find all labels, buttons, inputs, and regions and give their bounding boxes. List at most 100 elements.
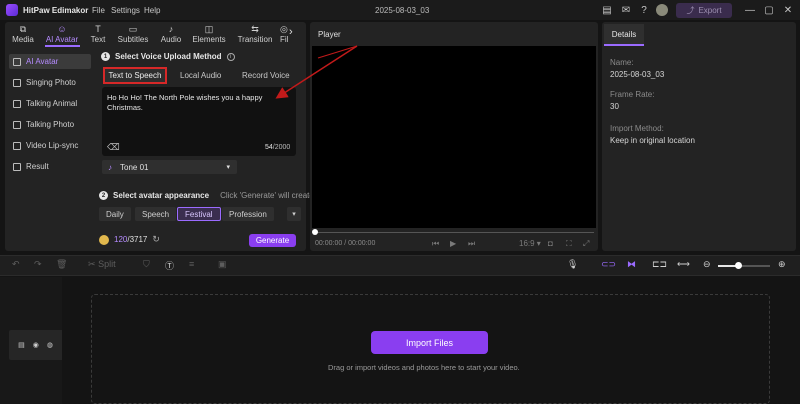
chip-daily[interactable]: Daily <box>99 207 131 221</box>
tab-text-to-speech[interactable]: Text to Speech <box>103 67 167 84</box>
import-files-button[interactable]: Import Files <box>371 331 488 354</box>
link-icon[interactable]: ⊂⊃ <box>601 259 616 270</box>
generate-button[interactable]: Generate <box>249 234 296 247</box>
clear-text-icon[interactable]: ⌫ <box>107 142 120 153</box>
chevron-down-icon[interactable]: ▾ <box>287 207 301 221</box>
tab-details[interactable]: Details <box>604 24 644 46</box>
menu-help[interactable]: Help <box>144 6 160 15</box>
next-frame-icon[interactable]: ⏭ <box>468 239 475 249</box>
sidebar-item-result[interactable]: Result <box>9 159 91 174</box>
video-preview[interactable] <box>312 46 596 228</box>
text-tool-icon[interactable]: Ⓣ <box>165 259 174 272</box>
tab-label: Media <box>12 35 34 44</box>
photo-icon <box>13 120 21 129</box>
tab-local-audio[interactable]: Local Audio <box>180 71 221 80</box>
speech-text[interactable]: Ho Ho Ho! The North Pole wishes you a ha… <box>107 93 287 113</box>
detail-value: Keep in original location <box>610 136 695 145</box>
chip-speech[interactable]: Speech <box>135 207 177 221</box>
crop-icon[interactable]: ⛶ <box>566 239 572 249</box>
step-title: Select avatar appearance <box>113 191 210 200</box>
maximize-icon[interactable]: ▢ <box>762 3 776 17</box>
text-icon: T <box>95 24 101 34</box>
tab-subtitles[interactable]: ▭ Subtitles <box>114 24 152 46</box>
player-title: Player <box>318 30 341 39</box>
tab-elements[interactable]: ◫ Elements <box>190 24 228 46</box>
filter-icon: ◎ <box>280 24 288 34</box>
tab-text[interactable]: T Text <box>86 24 110 46</box>
track-layers-icon[interactable]: ▤ <box>18 341 25 349</box>
time-display: 00:00:00 / 00:00:00 <box>315 240 376 247</box>
redo-icon[interactable]: ↷ <box>34 259 42 270</box>
eye-icon[interactable]: ◉ <box>33 341 39 349</box>
aspect-ratio[interactable]: 16:9 ▾ <box>519 239 541 248</box>
snapshot-icon[interactable]: ◘ <box>548 239 553 248</box>
tab-label: AI Avatar <box>45 35 79 44</box>
help-icon[interactable]: ? <box>638 4 650 16</box>
sidebar-item-talking-photo[interactable]: Talking Photo <box>9 117 91 132</box>
chevron-down-icon: ▾ <box>226 164 230 171</box>
minimize-icon[interactable]: — <box>743 3 757 17</box>
sidebar-item-singing-photo[interactable]: Singing Photo <box>9 75 91 90</box>
generate-hint: Click 'Generate' will create A <box>220 191 321 200</box>
split-button[interactable]: ✂ Split <box>88 259 116 270</box>
chip-festival[interactable]: Festival <box>177 207 221 221</box>
undo-icon[interactable]: ↶ <box>12 259 20 270</box>
sidebar-item-label: Video Lip-sync <box>26 141 79 150</box>
sidebar-item-label: Singing Photo <box>26 78 76 87</box>
info-icon[interactable]: i <box>226 52 235 61</box>
tab-label: Subtitles <box>117 35 149 44</box>
menu-file[interactable]: File <box>92 6 105 15</box>
sidebar-item-label: Talking Animal <box>26 99 78 108</box>
tab-label: Text <box>90 35 106 44</box>
chevron-right-icon[interactable]: › <box>289 26 293 38</box>
sidebar-item-video-lip-sync[interactable]: Video Lip-sync <box>9 138 91 153</box>
tab-media[interactable]: ⧉ Media <box>8 24 38 46</box>
tab-audio[interactable]: ♪ Audio <box>157 24 185 46</box>
snap-icon[interactable]: ⊏⊐ <box>652 259 667 270</box>
tab-label: Transition <box>237 35 273 44</box>
image-icon[interactable]: ▣ <box>218 259 227 270</box>
avatar[interactable] <box>656 4 668 16</box>
sidebar-item-talking-animal[interactable]: Talking Animal <box>9 96 91 111</box>
tab-transition[interactable]: ⇆ Transition <box>234 24 276 46</box>
layout-icon[interactable]: ▤ <box>601 4 613 16</box>
video-icon <box>13 141 21 150</box>
drop-hint: Drag or import videos and photos here to… <box>328 363 520 372</box>
fit-icon[interactable]: ⟷ <box>677 259 690 270</box>
microphone-icon[interactable]: 🎙 <box>567 259 578 270</box>
app-name: HitPaw Edimakor <box>23 6 89 15</box>
zoom-slider-handle[interactable] <box>735 262 742 269</box>
chip-profession[interactable]: Profession <box>222 207 274 221</box>
progress-track[interactable] <box>315 232 594 233</box>
tab-record-voice[interactable]: Record Voice <box>242 71 290 80</box>
progress-handle[interactable] <box>312 229 318 235</box>
avatar-appearance-heading: 2 Select avatar appearance Click 'Genera… <box>99 191 321 200</box>
detail-value: 2025-08-03_03 <box>610 70 665 79</box>
credits-used: 120 <box>114 235 128 244</box>
volume-icon[interactable]: ◍ <box>47 341 53 349</box>
delete-icon[interactable]: 🗑 <box>56 259 67 270</box>
export-button[interactable]: ⤴ Export <box>676 3 732 18</box>
tab-ai-avatar[interactable]: ☺ AI Avatar <box>43 24 81 46</box>
zoom-in-icon[interactable]: ⊕ <box>778 259 786 270</box>
close-icon[interactable]: ✕ <box>781 3 795 17</box>
refresh-icon[interactable]: ↻ <box>152 234 160 245</box>
track-controls: ▤ ◉ ◍ <box>9 330 62 360</box>
tone-select[interactable]: ♪ Tone 01 ▾ <box>102 160 237 174</box>
prev-frame-icon[interactable]: ⏮ <box>432 239 439 249</box>
zoom-out-icon[interactable]: ⊖ <box>703 259 711 270</box>
detail-value: 30 <box>610 102 619 111</box>
tab-label: Audio <box>160 35 182 44</box>
scissors-icon: ✂ <box>88 259 96 269</box>
menu-settings[interactable]: Settings <box>111 6 140 15</box>
play-icon[interactable]: ▶ <box>450 239 456 248</box>
shield-icon[interactable]: ⛉ <box>143 259 150 270</box>
sidebar-item-ai-avatar[interactable]: AI Avatar <box>9 54 91 69</box>
fullscreen-icon[interactable]: ⤢ <box>583 239 589 249</box>
active-tab-indicator <box>45 45 80 47</box>
list-icon[interactable]: ≡ <box>189 259 194 269</box>
export-icon: ⤴ <box>686 6 695 15</box>
message-icon[interactable]: ✉ <box>620 4 632 16</box>
sidebar-item-label: Result <box>26 162 49 171</box>
magnet-icon[interactable]: ⧓ <box>627 259 636 270</box>
